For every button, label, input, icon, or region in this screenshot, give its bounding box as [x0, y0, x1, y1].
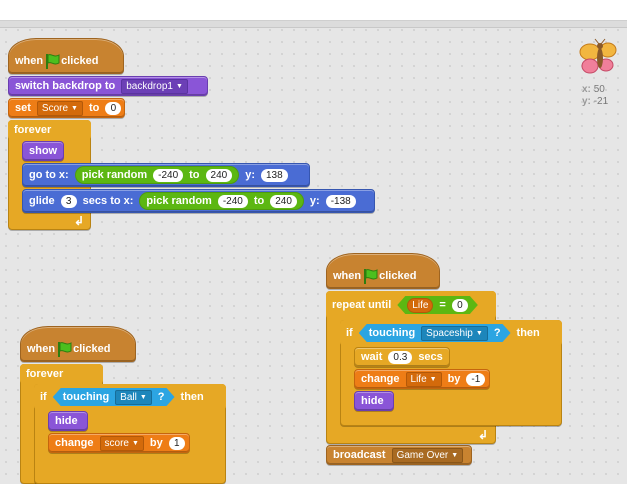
loop-arrow-icon: ↲ [74, 214, 85, 228]
when-flag-clicked-hat[interactable]: when clicked [326, 253, 440, 289]
touching-condition[interactable]: touching Ball ▼ ? [53, 388, 175, 406]
set-variable-block[interactable]: set Score ▼ to 0 [8, 98, 125, 118]
chevron-down-icon: ▼ [475, 329, 483, 337]
value-input[interactable]: 1 [168, 436, 185, 450]
chevron-down-icon: ▼ [71, 104, 78, 112]
top-bar [0, 0, 627, 28]
switch-backdrop-block[interactable]: switch backdrop to backdrop1 ▼ [8, 76, 208, 96]
hide-block[interactable]: hide [48, 411, 88, 431]
change-variable-block[interactable]: change Life ▼ by -1 [354, 369, 490, 389]
green-flag-icon [46, 54, 60, 69]
sprite-x-value: 50 [593, 84, 605, 95]
when-flag-clicked-hat[interactable]: when clicked [8, 38, 124, 74]
green-flag-icon [364, 269, 378, 284]
when-flag-clicked-hat[interactable]: when clicked [20, 326, 136, 362]
loop-arrow-icon: ↲ [478, 428, 489, 442]
random-to-input[interactable]: 240 [205, 168, 233, 182]
variable-dropdown[interactable]: score ▼ [99, 435, 144, 451]
backdrop-dropdown[interactable]: backdrop1 ▼ [121, 78, 188, 94]
variable-dropdown[interactable]: Score ▼ [36, 100, 83, 116]
if-then-header: if touching Ball ▼ ? then [34, 384, 226, 410]
forever-label-bar: forever [20, 364, 103, 384]
glide-block[interactable]: glide 3 secs to x: pick random -240 to 2… [22, 189, 375, 213]
chevron-down-icon: ▼ [131, 439, 139, 447]
variable-dropdown[interactable]: Life ▼ [405, 371, 442, 387]
go-to-xy-block[interactable]: go to x: pick random -240 to 240 y: 138 [22, 163, 310, 187]
sprite-name-field[interactable] [0, 0, 627, 21]
repeat-until-header: repeat until Life = 0 [326, 291, 496, 319]
if-then-header: if touching Spaceship ▼ ? then [340, 320, 562, 346]
sprite-coordinates: x: 50 y: -21 [582, 84, 609, 107]
value-input[interactable]: 0 [105, 101, 122, 115]
chevron-down-icon: ▼ [139, 393, 147, 401]
wait-secs-input[interactable]: 0.3 [388, 350, 413, 364]
secs-input[interactable]: 3 [60, 194, 77, 208]
change-variable-block[interactable]: change score ▼ by 1 [48, 433, 190, 453]
chevron-down-icon: ▼ [429, 375, 437, 383]
broadcast-block[interactable]: broadcast Game Over ▼ [326, 445, 472, 465]
compare-value-input[interactable]: 0 [452, 299, 468, 312]
message-dropdown[interactable]: Game Over ▼ [391, 447, 464, 463]
pick-random-reporter[interactable]: pick random -240 to 240 [139, 192, 304, 210]
value-input[interactable]: -1 [466, 372, 486, 386]
life-variable-reporter[interactable]: Life [407, 298, 433, 313]
forever-label-bar: forever [8, 120, 91, 140]
random-from-input[interactable]: -240 [217, 194, 248, 208]
show-block[interactable]: show [22, 141, 64, 161]
random-to-input[interactable]: 240 [270, 194, 297, 208]
equals-condition[interactable]: Life = 0 [397, 296, 478, 314]
touching-target-dropdown[interactable]: Spaceship ▼ [421, 326, 488, 341]
y-input[interactable]: 138 [261, 168, 288, 182]
chevron-down-icon: ▼ [175, 82, 183, 90]
y-input[interactable]: -138 [325, 194, 356, 208]
touching-target-dropdown[interactable]: Ball ▼ [115, 390, 152, 405]
hide-block[interactable]: hide [354, 391, 394, 411]
pick-random-reporter[interactable]: pick random -240 to 240 [74, 166, 240, 184]
sprite-y-value: -21 [593, 96, 609, 107]
chevron-down-icon: ▼ [451, 451, 459, 459]
wait-block[interactable]: wait 0.3 secs [354, 347, 450, 367]
butterfly-sprite-icon[interactable] [578, 38, 620, 78]
random-from-input[interactable]: -240 [153, 168, 184, 182]
green-flag-icon [58, 342, 72, 357]
touching-condition[interactable]: touching Spaceship ▼ ? [359, 324, 511, 342]
